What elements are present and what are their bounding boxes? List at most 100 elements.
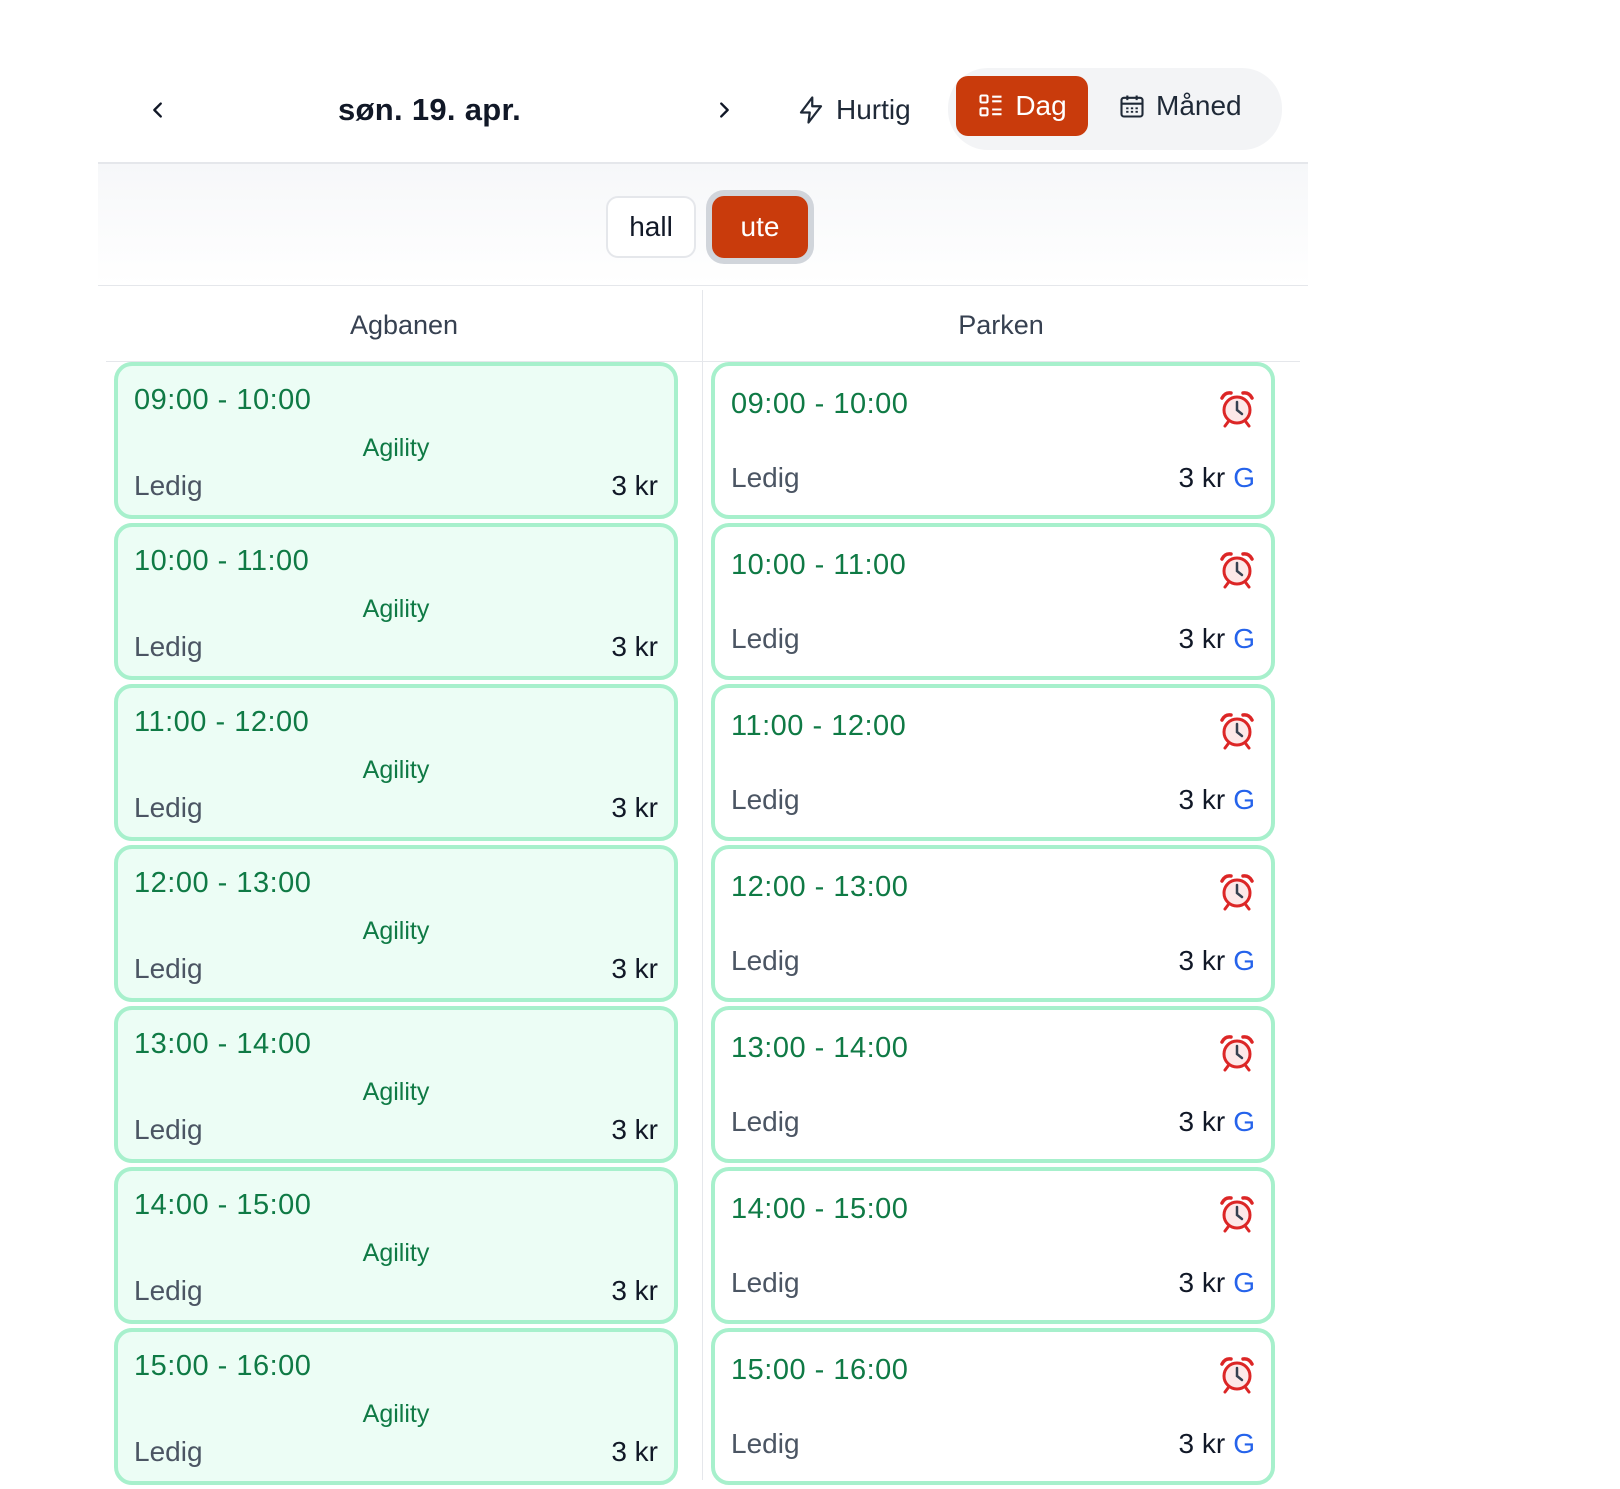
slot-activity: Agility xyxy=(362,1239,430,1267)
slot-status: Ledig xyxy=(134,470,203,501)
slot-price: 3 kr xyxy=(1178,623,1226,654)
slot-price: 3 kr xyxy=(611,1275,658,1306)
filter-ute[interactable]: ute xyxy=(712,196,808,258)
slot-time: 09:00 - 10:00 xyxy=(731,388,909,420)
slot-price-group: 3 kr G xyxy=(1179,1106,1255,1138)
slot-price: 3 kr xyxy=(1178,1428,1226,1459)
slot-status: Ledig xyxy=(731,1267,800,1298)
slot-card[interactable]: 10:00 - 11:00 Agility Ledig 3 kr xyxy=(114,523,678,680)
slot-time: 15:00 - 16:00 xyxy=(134,1350,312,1382)
slot-time: 10:00 - 11:00 xyxy=(134,545,310,577)
slot-flag: G xyxy=(1233,784,1255,815)
view-switcher: Dag Måned xyxy=(948,68,1282,150)
slot-flag: G xyxy=(1233,945,1255,976)
day-view-button[interactable]: Dag xyxy=(956,76,1088,136)
next-day-button[interactable] xyxy=(700,86,748,134)
slot-card[interactable]: 15:00 - 16:00 Ledig 3 kr G xyxy=(711,1328,1275,1485)
month-view-label: Måned xyxy=(1156,90,1242,121)
filter-hall[interactable]: hall xyxy=(606,196,696,258)
slot-activity: Agility xyxy=(362,434,430,462)
slot-price: 3 kr xyxy=(1178,784,1226,815)
alarm-clock-icon xyxy=(1220,1357,1254,1394)
slot-card[interactable]: 09:00 - 10:00 Ledig 3 kr G xyxy=(711,362,1275,519)
slot-price-group: 3 kr G xyxy=(1179,1267,1255,1299)
slot-card[interactable]: 14:00 - 15:00 Agility Ledig 3 kr xyxy=(114,1167,678,1324)
slot-status: Ledig xyxy=(731,1428,800,1459)
alarm-clock-icon xyxy=(1220,1196,1254,1233)
alarm-clock-icon xyxy=(1220,391,1254,428)
slot-price: 3 kr xyxy=(611,953,658,984)
slot-price-group: 3 kr G xyxy=(1179,462,1255,494)
slot-card[interactable]: 14:00 - 15:00 Ledig 3 kr G xyxy=(711,1167,1275,1324)
slot-status: Ledig xyxy=(731,623,800,654)
slot-card[interactable]: 11:00 - 12:00 Agility Ledig 3 kr xyxy=(114,684,678,841)
slot-time: 13:00 - 14:00 xyxy=(731,1032,909,1064)
slot-status: Ledig xyxy=(731,1106,800,1137)
booking-calendar: søn. 19. apr. Hurtig Dag Måned hall ute … xyxy=(0,0,1620,1485)
alarm-clock-icon xyxy=(1220,713,1254,750)
agbanen-slot-list: 09:00 - 10:00 Agility Ledig 3 kr 10:00 -… xyxy=(114,362,678,1489)
slot-status: Ledig xyxy=(134,792,203,823)
calendar-icon xyxy=(1120,95,1144,118)
slot-status: Ledig xyxy=(134,1275,203,1306)
slot-price: 3 kr xyxy=(611,631,658,662)
slot-status: Ledig xyxy=(134,953,203,984)
slot-time: 13:00 - 14:00 xyxy=(134,1028,312,1060)
slot-activity: Agility xyxy=(362,1078,430,1106)
slot-price: 3 kr xyxy=(611,470,658,501)
slot-price-group: 3 kr G xyxy=(1179,623,1255,655)
slot-price: 3 kr xyxy=(1178,462,1226,493)
parken-slot-list: 09:00 - 10:00 Ledig 3 kr G 10:00 - 11:00 … xyxy=(711,362,1275,1489)
current-date: søn. 19. apr. xyxy=(338,92,522,127)
alarm-clock-icon xyxy=(1220,874,1254,911)
slot-activity: Agility xyxy=(362,1400,430,1428)
slot-time: 14:00 - 15:00 xyxy=(134,1189,312,1221)
slot-time: 11:00 - 12:00 xyxy=(731,710,907,742)
slot-status: Ledig xyxy=(134,1114,203,1145)
slot-card[interactable]: 09:00 - 10:00 Agility Ledig 3 kr xyxy=(114,362,678,519)
previous-day-button[interactable] xyxy=(134,86,182,134)
slot-time: 14:00 - 15:00 xyxy=(731,1193,909,1225)
slot-price: 3 kr xyxy=(611,1114,658,1145)
slot-price: 3 kr xyxy=(1178,1267,1226,1298)
slot-status: Ledig xyxy=(134,1436,203,1467)
slot-activity: Agility xyxy=(362,756,430,784)
slot-price-group: 3 kr G xyxy=(1179,784,1255,816)
list-view-icon xyxy=(979,94,1002,117)
slot-card[interactable]: 13:00 - 14:00 Agility Ledig 3 kr xyxy=(114,1006,678,1163)
month-view-button[interactable]: Måned xyxy=(1108,76,1276,136)
slot-status: Ledig xyxy=(134,631,203,662)
slot-card[interactable]: 15:00 - 16:00 Agility Ledig 3 kr xyxy=(114,1328,678,1485)
slot-flag: G xyxy=(1233,1428,1255,1459)
slot-activity: Agility xyxy=(362,595,430,623)
slot-time: 09:00 - 10:00 xyxy=(134,384,312,416)
slot-status: Ledig xyxy=(731,462,800,493)
slot-flag: G xyxy=(1233,623,1255,654)
alarm-clock-icon xyxy=(1220,1035,1254,1072)
quick-view-button[interactable]: Hurtig xyxy=(788,82,919,138)
slot-flag: G xyxy=(1233,1106,1255,1137)
slot-price-group: 3 kr G xyxy=(1179,1428,1255,1460)
slot-time: 11:00 - 12:00 xyxy=(134,706,310,738)
slot-status: Ledig xyxy=(731,945,800,976)
slot-card[interactable]: 12:00 - 13:00 Ledig 3 kr G xyxy=(711,845,1275,1002)
slot-card[interactable]: 13:00 - 14:00 Ledig 3 kr G xyxy=(711,1006,1275,1163)
slot-flag: G xyxy=(1233,1267,1255,1298)
slot-card[interactable]: 12:00 - 13:00 Agility Ledig 3 kr xyxy=(114,845,678,1002)
slot-time: 12:00 - 13:00 xyxy=(134,867,312,899)
slot-price: 3 kr xyxy=(611,792,658,823)
column-header-agbanen: Agbanen xyxy=(349,310,459,340)
alarm-clock-icon xyxy=(1220,552,1254,589)
lightning-icon xyxy=(799,96,823,124)
slot-price: 3 kr xyxy=(1178,1106,1226,1137)
chevron-right-icon xyxy=(720,102,729,118)
chevron-left-icon xyxy=(153,102,162,118)
day-view-label: Dag xyxy=(1015,90,1067,121)
slot-activity: Agility xyxy=(362,917,430,945)
location-filter-bar: hall ute xyxy=(98,164,1308,286)
slot-time: 12:00 - 13:00 xyxy=(731,871,909,903)
slot-status: Ledig xyxy=(731,784,800,815)
slot-card[interactable]: 11:00 - 12:00 Ledig 3 kr G xyxy=(711,684,1275,841)
slot-price-group: 3 kr G xyxy=(1179,945,1255,977)
slot-card[interactable]: 10:00 - 11:00 Ledig 3 kr G xyxy=(711,523,1275,680)
